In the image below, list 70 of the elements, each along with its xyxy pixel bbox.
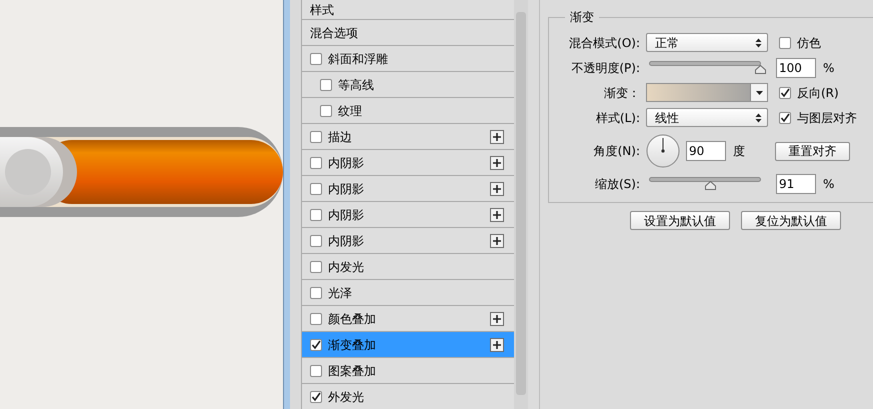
item-label: 光泽 (328, 286, 353, 300)
reset-alignment-button[interactable]: 重置对齐 (775, 142, 850, 160)
checkbox[interactable] (310, 260, 322, 272)
checkbox[interactable] (320, 104, 332, 116)
checkbox-label: 反向(R) (797, 86, 839, 100)
number-field[interactable]: 100 (776, 58, 816, 78)
item-label: 颜色叠加 (328, 312, 377, 326)
checkbox[interactable] (310, 286, 322, 298)
field-label: 渐变： (604, 86, 640, 100)
default-button[interactable]: 复位为默认值 (741, 211, 841, 230)
checkbox[interactable] (779, 36, 791, 48)
item-label: 渐变叠加 (328, 338, 377, 352)
add-icon[interactable] (490, 208, 504, 222)
item-label: 描边 (328, 130, 353, 144)
item-label: 内阴影 (328, 156, 365, 170)
add-icon[interactable] (490, 130, 504, 144)
add-icon[interactable] (490, 312, 504, 326)
item-label: 外发光 (328, 390, 365, 404)
style-list-item[interactable]: 渐变叠加 (302, 332, 514, 358)
dropdown[interactable]: 正常 (646, 33, 768, 52)
checkbox-label: 与图层对齐 (797, 110, 857, 124)
panel-header: 样式 (310, 3, 334, 17)
item-label: 图案叠加 (328, 364, 377, 378)
field-label: 不透明度(P): (571, 60, 640, 74)
checkbox[interactable] (779, 112, 791, 124)
item-label: 内阴影 (328, 182, 365, 196)
angle-dial[interactable] (646, 134, 680, 168)
item-label: 等高线 (338, 78, 375, 92)
scrollbar[interactable] (514, 0, 528, 409)
checkbox[interactable] (310, 338, 322, 350)
add-icon[interactable] (490, 156, 504, 170)
item-label: 内阴影 (328, 208, 365, 222)
checkbox[interactable] (779, 86, 791, 98)
field-label: 样式(L): (596, 110, 640, 124)
default-button[interactable]: 设置为默认值 (630, 211, 730, 230)
item-label: 内阴影 (328, 234, 365, 248)
checkbox[interactable] (320, 78, 332, 90)
splitter-bar[interactable] (283, 0, 290, 409)
field-label: 角度(N): (594, 144, 640, 158)
add-icon[interactable] (490, 182, 504, 196)
caret-icon (756, 90, 762, 94)
checkbox[interactable] (310, 156, 322, 168)
item-label: 内发光 (328, 260, 365, 274)
checkbox-label: 仿色 (797, 36, 821, 50)
add-icon[interactable] (490, 234, 504, 248)
checkbox[interactable] (310, 234, 322, 246)
dropdown[interactable]: 线性 (646, 108, 768, 127)
checkbox[interactable] (310, 52, 322, 64)
add-icon[interactable] (490, 338, 504, 352)
field-label: 缩放(S): (594, 177, 640, 191)
gradient-picker[interactable] (646, 83, 768, 102)
unit-label: % (823, 177, 834, 191)
checkbox[interactable] (310, 208, 322, 220)
item-label: 斜面和浮雕 (328, 52, 389, 66)
field-label: 混合模式(O): (569, 36, 640, 50)
group-title: 渐变 (569, 10, 595, 24)
checkbox[interactable] (310, 312, 322, 324)
checkbox[interactable] (310, 390, 322, 402)
updown-icon (755, 38, 762, 48)
number-field[interactable]: 90 (686, 141, 726, 161)
checkbox[interactable] (310, 130, 322, 142)
unit-label: % (823, 60, 834, 74)
slider-thumb[interactable] (755, 64, 766, 74)
item-label: 纹理 (338, 104, 363, 118)
updown-icon (755, 112, 762, 122)
checkbox[interactable] (310, 182, 322, 194)
unit-label: 度 (733, 144, 745, 158)
item-label: 混合选项 (310, 26, 359, 40)
number-field[interactable]: 91 (776, 174, 816, 194)
checkbox[interactable] (310, 364, 322, 376)
